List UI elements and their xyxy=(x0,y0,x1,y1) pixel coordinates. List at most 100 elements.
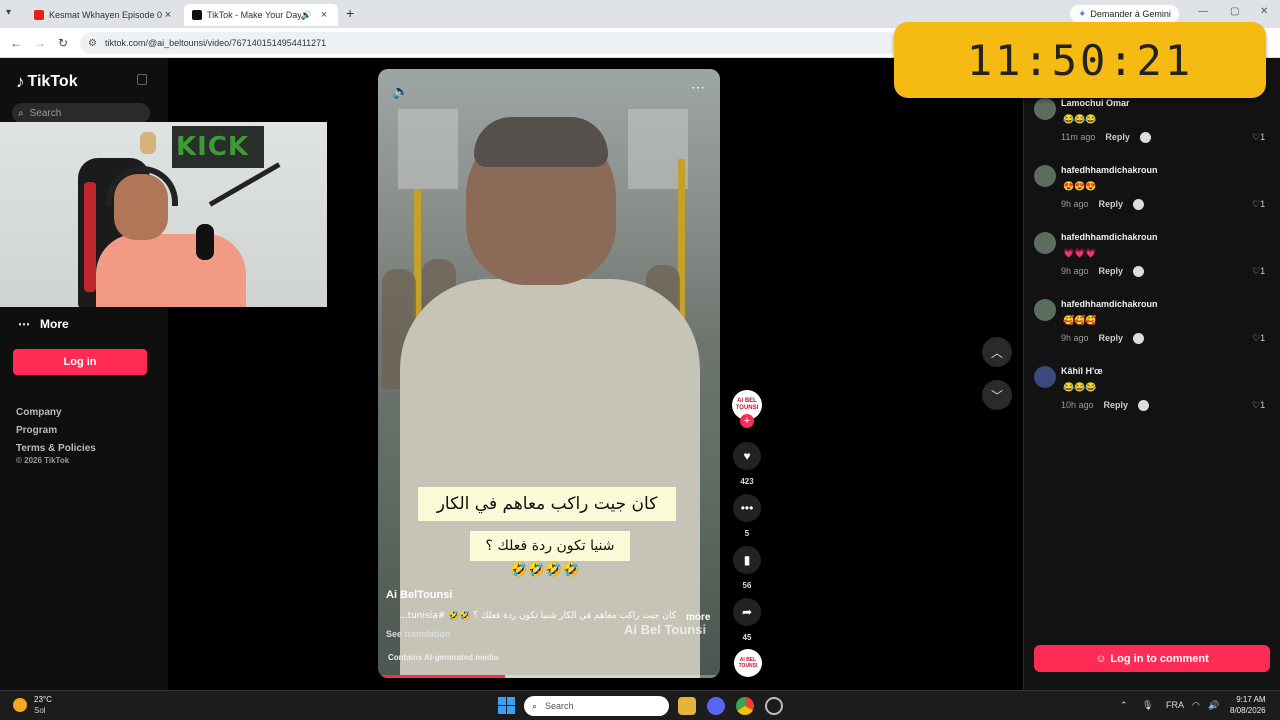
comment-text: 💗💗💗 xyxy=(1063,248,1097,258)
more-label: More xyxy=(40,317,69,331)
reply-link[interactable]: Reply xyxy=(1105,132,1130,142)
comment-text: 😍😍😍 xyxy=(1063,181,1097,191)
comment-like-count: 1 xyxy=(1260,132,1266,142)
window-close-icon[interactable]: ✕ xyxy=(1260,6,1268,17)
comment-icon[interactable]: ••• xyxy=(733,494,761,522)
tab-title: TikTok - Make Your Day xyxy=(207,10,301,20)
commenter-avatar[interactable] xyxy=(1034,299,1056,321)
commenter-avatar[interactable] xyxy=(1034,165,1056,187)
maximize-icon[interactable]: ▢ xyxy=(1230,6,1239,17)
tab-list-icon[interactable]: ▾ xyxy=(6,7,11,18)
comment-like[interactable]: ♡1 xyxy=(1252,132,1265,143)
creator-liked-icon xyxy=(1133,266,1145,278)
language-indicator[interactable]: FRA xyxy=(1166,700,1184,710)
video-caption: كان جيت راكب معاهم في الكار شنيا تكون رد… xyxy=(398,611,676,621)
gemini-spark-icon: ✦ xyxy=(1078,8,1087,20)
comment-like[interactable]: ♡1 xyxy=(1252,333,1265,344)
video-more-icon[interactable]: ⋯ xyxy=(691,79,706,96)
system-clock[interactable]: 9:17 AM 8/08/2026 xyxy=(1230,694,1266,716)
comment-like[interactable]: ♡1 xyxy=(1252,266,1265,277)
gemini-button[interactable]: ✦ Demander à Gemini xyxy=(1070,5,1179,23)
comment-like-count: 1 xyxy=(1260,199,1266,209)
taskbar-search[interactable]: ⌕ Search xyxy=(524,696,669,716)
tray-overflow-icon[interactable]: ⌃ xyxy=(1120,700,1128,711)
caption-more-link[interactable]: more xyxy=(686,612,710,623)
see-translation-link[interactable]: See translation xyxy=(386,629,451,639)
share-action[interactable]: ➦ 45 xyxy=(732,598,762,642)
weather-sun-icon[interactable] xyxy=(13,698,27,712)
video-player[interactable]: 🔈 ⋯ كان جيت راكب معاهم في الكار شنيا تكو… xyxy=(378,69,720,678)
url-text: tiktok.com/@ai_beltounsi/video/767140151… xyxy=(104,38,327,48)
creator-liked-icon xyxy=(1133,333,1145,345)
microphone-icon[interactable]: 🎙 xyxy=(1142,700,1153,711)
mic-arm xyxy=(208,162,281,207)
save-action[interactable]: ▮ 56 xyxy=(732,546,762,590)
video-watermark: Ai Bel Tounsi xyxy=(624,622,707,637)
bus-window xyxy=(398,109,458,189)
comment-action[interactable]: ••• 5 xyxy=(732,494,762,538)
heart-icon[interactable]: ♥ xyxy=(733,442,761,470)
comment-like[interactable]: ♡1 xyxy=(1252,199,1265,210)
comment-like[interactable]: ♡1 xyxy=(1252,400,1265,411)
tiktok-logo[interactable]: ♪ TikTok xyxy=(16,72,78,92)
video-author[interactable]: Ai BelTounsi xyxy=(386,589,452,601)
comment-meta: 9h ago Reply xyxy=(1061,266,1145,278)
footer-link-company[interactable]: Company xyxy=(16,404,96,422)
minimize-icon[interactable]: — xyxy=(1198,6,1208,17)
reply-link[interactable]: Reply xyxy=(1099,333,1124,343)
commenter-avatar[interactable] xyxy=(1034,366,1056,388)
collapse-sidebar-icon[interactable] xyxy=(137,74,147,85)
wifi-icon[interactable]: ◠ xyxy=(1192,700,1200,711)
chrome-icon[interactable] xyxy=(736,697,754,715)
reload-icon[interactable]: ↻ xyxy=(58,36,68,50)
more-menu[interactable]: ⋯ More xyxy=(18,317,69,331)
ai-generated-label: Contains AI-generated media xyxy=(388,653,499,662)
share-icon[interactable]: ➦ xyxy=(733,598,761,626)
reply-link[interactable]: Reply xyxy=(1099,266,1124,276)
volume-icon[interactable]: 🔈 xyxy=(392,83,409,100)
windows-start-icon[interactable] xyxy=(498,697,515,714)
discord-icon[interactable] xyxy=(707,697,725,715)
commenter-avatar[interactable] xyxy=(1034,232,1056,254)
volume-icon[interactable]: 🔊 xyxy=(1208,700,1219,711)
commenter-name[interactable]: hafedhhamdichakroun xyxy=(1061,232,1158,242)
video-progress-bar[interactable] xyxy=(378,675,720,678)
bookmark-icon[interactable]: ▮ xyxy=(733,546,761,574)
taskbar: 23°C Sol ⌕ Search ⌃ 🎙 FRA ◠ 🔊 9:17 AM 8/… xyxy=(0,690,1280,720)
file-explorer-icon[interactable] xyxy=(678,697,696,715)
comment-text: 😂😂😂 xyxy=(1063,382,1097,392)
new-tab-button[interactable]: + xyxy=(346,5,354,21)
commenter-avatar[interactable] xyxy=(1034,98,1056,120)
close-tab-icon[interactable]: × xyxy=(162,9,174,21)
previous-video-button[interactable]: ︿ xyxy=(982,337,1012,367)
system-date: 8/08/2026 xyxy=(1230,706,1266,715)
comment-like-count: 1 xyxy=(1260,333,1266,343)
tab-tiktok[interactable]: TikTok - Make Your Day 🔊 × xyxy=(184,4,338,26)
close-tab-icon[interactable]: × xyxy=(318,9,330,21)
reply-link[interactable]: Reply xyxy=(1104,400,1129,410)
back-icon[interactable]: ← xyxy=(10,36,22,50)
commenter-name[interactable]: hafedhhamdichakroun xyxy=(1061,299,1158,309)
audio-icon[interactable]: 🔊 xyxy=(301,10,312,21)
app-icon[interactable] xyxy=(765,697,783,715)
commenter-name[interactable]: Lamochui Omar xyxy=(1061,98,1130,108)
commenter-name[interactable]: Kâhîl H'œ xyxy=(1061,366,1103,376)
search-input[interactable]: ⌕ Search xyxy=(12,103,150,123)
forward-icon[interactable]: → xyxy=(34,36,46,50)
tab-kesmat[interactable]: Kesmat Wkhayen Episode 01 P × xyxy=(26,4,182,26)
login-to-comment-button[interactable]: ☺ Log in to comment xyxy=(1034,645,1270,672)
follow-plus-icon[interactable]: + xyxy=(740,414,754,428)
login-button[interactable]: Log in xyxy=(13,349,147,375)
site-info-icon[interactable]: ⚙ xyxy=(88,38,97,49)
like-action[interactable]: ♥ 423 xyxy=(732,442,762,486)
footer-link-program[interactable]: Program xyxy=(16,422,96,440)
tiktok-favicon-icon xyxy=(192,10,202,20)
next-video-button[interactable]: ﹀ xyxy=(982,380,1012,410)
login-to-comment-label: Log in to comment xyxy=(1110,652,1209,665)
comment-meta: 9h ago Reply xyxy=(1061,199,1145,211)
commenter-name[interactable]: hafedhhamdichakroun xyxy=(1061,165,1158,175)
music-disc[interactable]: AI BEL TOUNSI xyxy=(734,649,762,677)
url-field[interactable]: ⚙ tiktok.com/@ai_beltounsi/video/7671401… xyxy=(80,32,900,54)
reply-link[interactable]: Reply xyxy=(1099,199,1124,209)
creator-liked-icon xyxy=(1138,400,1150,412)
